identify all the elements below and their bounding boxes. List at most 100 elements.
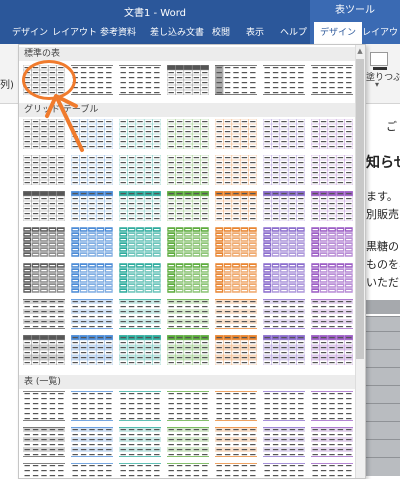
scroll-thumb[interactable] (356, 59, 364, 359)
section-header-grid-tables: グリッド テーブル (19, 103, 357, 117)
grid-table-style-swatch[interactable] (215, 335, 257, 365)
list-table-style-swatch[interactable] (23, 427, 65, 457)
grid-table-style-swatch[interactable] (167, 263, 209, 293)
doc-text-line: 別販売の (366, 208, 400, 221)
grid-table-style-swatch[interactable] (71, 119, 113, 149)
grid-table-style-swatch[interactable] (71, 299, 113, 329)
tab-view[interactable]: 表示 (246, 22, 264, 44)
grid-table-style-swatch[interactable] (23, 299, 65, 329)
grid-table-style-swatch[interactable] (119, 191, 161, 221)
doc-text-line: 黒糖の (366, 240, 399, 253)
grid-table-style-swatch[interactable] (167, 119, 209, 149)
list-table-style-swatch[interactable] (167, 463, 209, 478)
list-table-style-swatch[interactable] (71, 463, 113, 478)
tab-references[interactable]: 参考資料 (100, 22, 136, 44)
grid-table-style-swatch[interactable] (119, 155, 161, 185)
grid-table-style-swatch[interactable] (215, 227, 257, 257)
list-table-style-swatch[interactable] (71, 391, 113, 421)
tab-table-layout[interactable]: レイアウト (362, 22, 400, 44)
grid-table-style-swatch[interactable] (311, 227, 353, 257)
grid-table-style-swatch[interactable] (23, 335, 65, 365)
plain-table-style-swatch[interactable] (23, 65, 65, 95)
grid-table-style-swatch[interactable] (119, 263, 161, 293)
grid-table-style-swatch[interactable] (215, 299, 257, 329)
gallery-scrollbar[interactable]: ▲ (355, 45, 365, 478)
tab-mailings[interactable]: 差し込み文書 (150, 22, 204, 44)
grid-table-style-swatch[interactable] (311, 119, 353, 149)
list-table-style-swatch[interactable] (311, 463, 353, 478)
list-table-style-swatch[interactable] (215, 427, 257, 457)
shading-label[interactable]: 塗りつぶし (366, 70, 400, 83)
list-table-style-swatch[interactable] (215, 463, 257, 478)
shading-icon[interactable] (370, 52, 388, 70)
tab-design[interactable]: デザイン (12, 22, 48, 44)
grid-table-style-swatch[interactable] (119, 227, 161, 257)
grid-table-style-swatch[interactable] (263, 155, 305, 185)
grid-table-style-swatch[interactable] (263, 335, 305, 365)
grid-table-style-swatch[interactable] (71, 263, 113, 293)
grid-table-style-swatch[interactable] (167, 227, 209, 257)
grid-table-style-swatch[interactable] (71, 155, 113, 185)
grid-table-style-swatch[interactable] (71, 335, 113, 365)
list-table-style-swatch[interactable] (263, 391, 305, 421)
list-table-style-swatch[interactable] (167, 427, 209, 457)
list-table-style-swatch[interactable] (23, 391, 65, 421)
document-page[interactable]: ご 知らせ ます。 別販売の 黒糖の ものを、 いただき (365, 104, 400, 479)
grid-table-style-swatch[interactable] (119, 119, 161, 149)
list-table-style-swatch[interactable] (71, 427, 113, 457)
grid-table-style-swatch[interactable] (167, 335, 209, 365)
list-table-style-swatch[interactable] (23, 463, 65, 478)
grid-table-style-swatch[interactable] (263, 227, 305, 257)
doc-heading: 知らせ (366, 155, 400, 171)
doc-text-line: ものを、 (366, 258, 400, 271)
tab-layout[interactable]: レイアウト (52, 22, 97, 44)
section-header-list-tables: 表 (一覧) (19, 375, 357, 389)
list-table-style-swatch[interactable] (311, 391, 353, 421)
plain-table-style-swatch[interactable] (263, 65, 305, 95)
grid-table-style-swatch[interactable] (23, 263, 65, 293)
grid-table-style-swatch[interactable] (263, 299, 305, 329)
grid-table-style-swatch[interactable] (215, 119, 257, 149)
list-table-style-swatch[interactable] (263, 463, 305, 478)
grid-table-style-swatch[interactable] (215, 263, 257, 293)
list-table-style-swatch[interactable] (167, 391, 209, 421)
chevron-down-icon[interactable]: ▾ (375, 80, 379, 89)
list-table-style-swatch[interactable] (215, 391, 257, 421)
grid-table-style-swatch[interactable] (119, 335, 161, 365)
grid-table-style-swatch[interactable] (71, 227, 113, 257)
table-styles-gallery[interactable]: 標準の表 グリッド テーブル 表 (一覧) ▲ (18, 44, 366, 479)
tab-review[interactable]: 校閲 (212, 22, 230, 44)
tab-help[interactable]: ヘルプ (280, 22, 307, 44)
grid-table-style-swatch[interactable] (311, 263, 353, 293)
plain-table-style-swatch[interactable] (71, 65, 113, 95)
grid-table-style-swatch[interactable] (167, 299, 209, 329)
grid-table-style-swatch[interactable] (311, 335, 353, 365)
grid-table-style-swatch[interactable] (311, 191, 353, 221)
plain-table-style-swatch[interactable] (311, 65, 353, 95)
plain-table-style-swatch[interactable] (215, 65, 257, 95)
grid-table-style-swatch[interactable] (311, 299, 353, 329)
grid-table-style-swatch[interactable] (263, 263, 305, 293)
grid-table-style-swatch[interactable] (23, 191, 65, 221)
list-table-style-swatch[interactable] (119, 391, 161, 421)
plain-table-style-swatch[interactable] (119, 65, 161, 95)
grid-table-style-swatch[interactable] (167, 191, 209, 221)
grid-table-style-swatch[interactable] (71, 191, 113, 221)
grid-table-style-swatch[interactable] (215, 155, 257, 185)
scroll-up-icon[interactable]: ▲ (356, 47, 364, 55)
grid-table-style-swatch[interactable] (263, 119, 305, 149)
grid-table-style-swatch[interactable] (167, 155, 209, 185)
grid-table-style-swatch[interactable] (23, 227, 65, 257)
list-table-style-swatch[interactable] (263, 427, 305, 457)
grid-table-style-swatch[interactable] (215, 191, 257, 221)
tab-table-design[interactable]: デザイン (314, 22, 363, 44)
grid-table-style-swatch[interactable] (23, 155, 65, 185)
list-table-style-swatch[interactable] (119, 463, 161, 478)
grid-table-style-swatch[interactable] (263, 191, 305, 221)
list-table-style-swatch[interactable] (119, 427, 161, 457)
grid-table-style-swatch[interactable] (311, 155, 353, 185)
list-table-style-swatch[interactable] (311, 427, 353, 457)
plain-table-style-swatch[interactable] (167, 65, 209, 95)
grid-table-style-swatch[interactable] (23, 119, 65, 149)
grid-table-style-swatch[interactable] (119, 299, 161, 329)
